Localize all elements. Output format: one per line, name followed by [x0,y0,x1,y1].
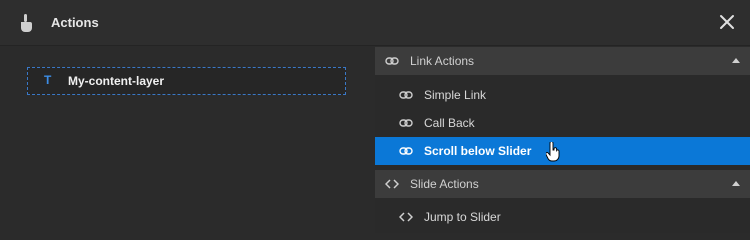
link-icon [385,57,399,65]
layer-item[interactable]: T My-content-layer [27,67,346,95]
action-item-simple-link[interactable]: Simple Link [375,81,750,109]
link-icon [399,91,413,99]
group-header-link-actions[interactable]: Link Actions [375,47,750,75]
hand-cursor-icon [546,142,560,162]
close-icon[interactable] [717,12,737,32]
actions-pane: Link Actions Simple Link Call Back Scrol… [375,47,750,233]
layer-list-pane: T My-content-layer [0,47,375,233]
action-label: Jump to Slider [424,210,501,224]
group-header-slide-actions[interactable]: Slide Actions [375,170,750,198]
title-bar: Actions [0,0,750,46]
action-item-jump-to-slider[interactable]: Jump to Slider [375,203,750,231]
caret-up-icon[interactable] [732,181,740,186]
layer-label: My-content-layer [68,74,165,88]
group-label: Link Actions [410,54,475,68]
group-label: Slide Actions [410,177,479,191]
action-item-call-back[interactable]: Call Back [375,109,750,137]
code-icon [385,179,399,189]
link-icon [399,119,413,127]
hand-pointer-icon [21,14,32,32]
action-label: Scroll below Slider [424,144,532,158]
window-title: Actions [51,15,99,30]
action-label: Call Back [424,116,475,130]
caret-up-icon[interactable] [732,58,740,63]
text-layer-icon: T [44,73,52,87]
link-icon [399,147,413,155]
action-item-scroll-below-slider[interactable]: Scroll below Slider [375,137,750,165]
code-icon [399,212,413,222]
action-label: Simple Link [424,88,487,102]
